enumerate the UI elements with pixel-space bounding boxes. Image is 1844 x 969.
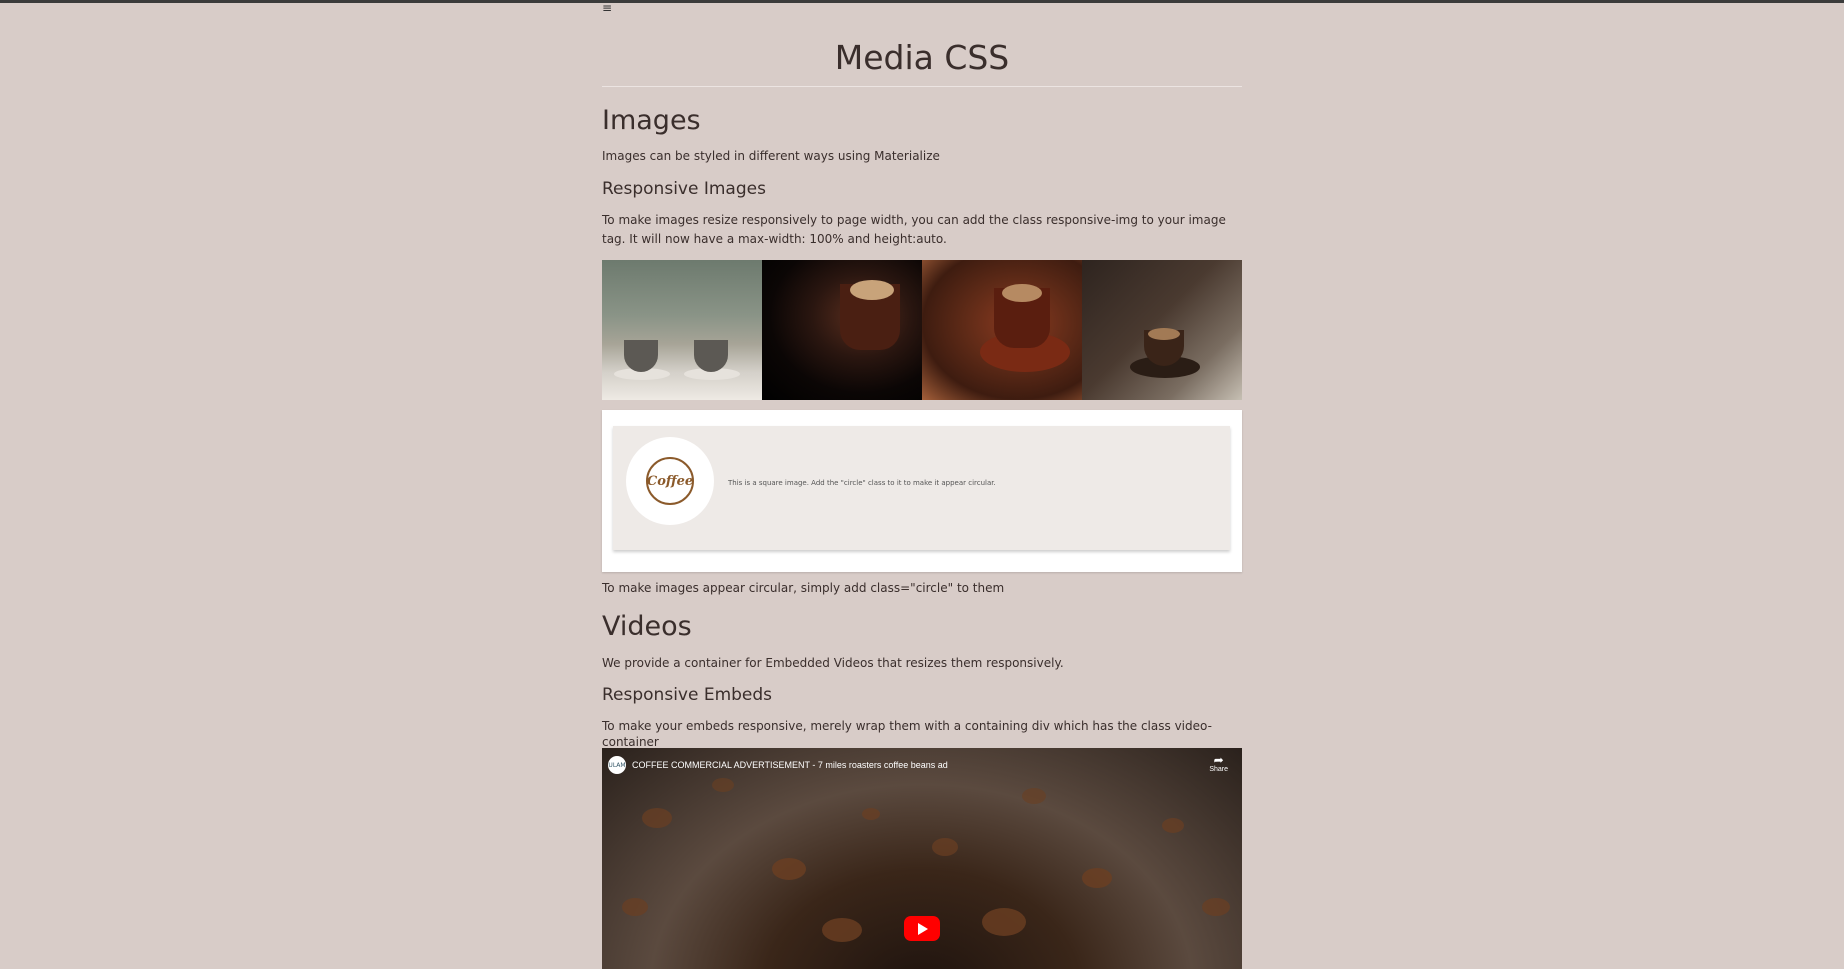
youtube-play-icon — [918, 922, 928, 935]
youtube-play-button[interactable] — [904, 916, 940, 941]
responsive-embeds-heading: Responsive Embeds — [602, 685, 773, 705]
coffee-logo-icon: Coffee — [646, 457, 694, 505]
video-title-link[interactable]: COFFEE COMMERCIAL ADVERTISEMENT - 7 mile… — [632, 760, 948, 770]
circle-image-card-inner: Coffee This is a square image. Add the "… — [613, 426, 1230, 550]
circle-card-text: This is a square image. Add the "circle"… — [728, 479, 996, 487]
coffee-photo-table — [1082, 260, 1242, 400]
circle-note: To make images appear circular, simply a… — [602, 581, 1005, 595]
embedded-video-player[interactable]: ULAM COFFEE COMMERCIAL ADVERTISEMENT - 7… — [602, 748, 1242, 969]
title-divider — [602, 86, 1242, 87]
share-button[interactable]: ➦ Share — [1209, 754, 1228, 773]
coffee-photo-dark — [762, 260, 922, 400]
coffee-photo-window — [602, 260, 762, 400]
menu-icon[interactable]: ≡ — [602, 2, 612, 14]
video-header: ULAM COFFEE COMMERCIAL ADVERTISEMENT - 7… — [608, 756, 948, 774]
responsive-embeds-text: To make your embeds responsive, merely w… — [602, 719, 1212, 749]
channel-avatar[interactable]: ULAM — [608, 756, 626, 774]
responsive-images-row — [602, 260, 1242, 400]
circle-logo-image: Coffee — [626, 437, 714, 525]
circle-image-card: Coffee This is a square image. Add the "… — [602, 410, 1242, 572]
responsive-images-text: To make images resize responsively to pa… — [602, 213, 1226, 246]
videos-heading: Videos — [602, 611, 692, 642]
page-title: Media CSS — [834, 38, 1010, 77]
share-icon: ➦ — [1213, 753, 1224, 767]
coffee-logo-text: Coffee — [646, 473, 694, 489]
coffee-photo-beans — [922, 260, 1082, 400]
top-bar — [0, 0, 1844, 3]
share-label: Share — [1209, 766, 1228, 773]
responsive-images-heading: Responsive Images — [602, 179, 766, 199]
images-heading: Images — [602, 105, 701, 136]
videos-intro: We provide a container for Embedded Vide… — [602, 656, 1064, 670]
images-intro: Images can be styled in different ways u… — [602, 149, 940, 163]
